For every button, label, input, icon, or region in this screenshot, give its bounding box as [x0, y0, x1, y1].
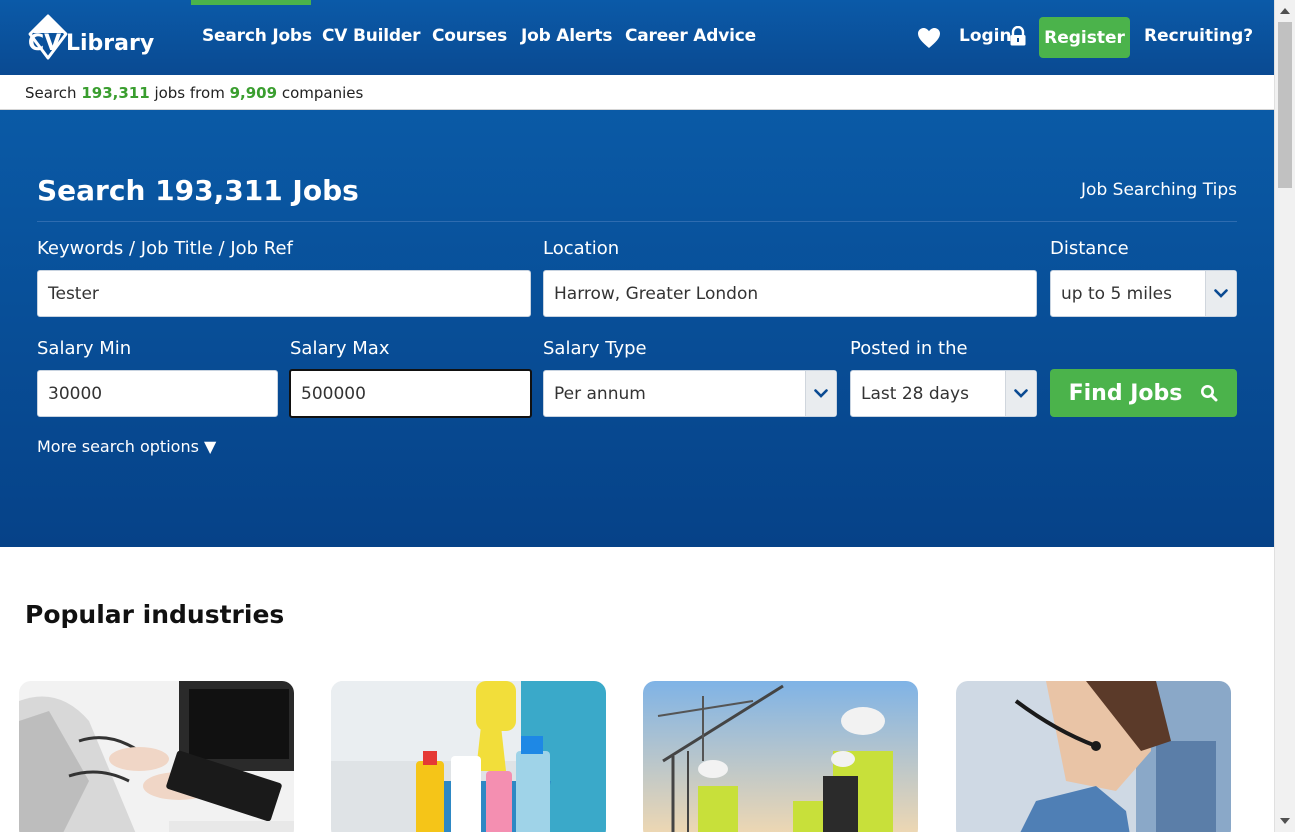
- distance-select[interactable]: up to 5 miles: [1050, 270, 1237, 317]
- svg-text:Library: Library: [66, 31, 154, 56]
- keywords-input[interactable]: Tester: [37, 270, 531, 317]
- jobs-word: jobs: [154, 84, 186, 102]
- find-jobs-label: Find Jobs: [1068, 380, 1183, 406]
- nav-job-alerts[interactable]: Job Alerts: [521, 26, 612, 46]
- scroll-down-arrow-icon[interactable]: [1280, 818, 1290, 824]
- nav-courses[interactable]: Courses: [432, 26, 507, 46]
- from-word: from: [189, 84, 225, 102]
- industry-image-typing: [19, 681, 294, 832]
- salary-max-input[interactable]: 500000: [289, 369, 532, 418]
- salary-min-label: Salary Min: [37, 338, 132, 359]
- search-title: Search 193,311 Jobs: [37, 174, 359, 207]
- industry-image-construction: [643, 681, 918, 832]
- location-label: Location: [543, 238, 620, 259]
- cv-library-logo[interactable]: CV Library: [22, 12, 167, 64]
- nav-cv-builder[interactable]: CV Builder: [322, 26, 421, 46]
- industry-image-cleaning: [331, 681, 606, 832]
- distance-value: up to 5 miles: [1061, 283, 1172, 304]
- posted-value: Last 28 days: [861, 383, 969, 404]
- recruiting-link[interactable]: Recruiting?: [1144, 26, 1253, 46]
- more-search-options-link[interactable]: More search options ▼: [37, 437, 216, 456]
- login-link[interactable]: Login: [959, 26, 1012, 46]
- subbar-prefix: Search: [25, 84, 77, 102]
- posted-label: Posted in the: [850, 338, 968, 359]
- companies-count: 9,909: [229, 84, 278, 102]
- chevron-down-icon: [1205, 271, 1236, 316]
- svg-text:CV: CV: [28, 31, 61, 56]
- industry-card-cleaning[interactable]: [331, 681, 606, 832]
- nav-career-advice[interactable]: Career Advice: [625, 26, 756, 46]
- page-scrollbar[interactable]: [1274, 0, 1295, 832]
- search-panel: Search 193,311 Jobs Job Searching Tips K…: [0, 110, 1274, 547]
- salary-min-input[interactable]: 30000: [37, 370, 278, 417]
- site-header: CV Library Search Jobs CV Builder Course…: [0, 0, 1274, 75]
- jobs-count: 193,311: [81, 84, 150, 102]
- search-icon: [1201, 385, 1218, 402]
- job-count-text: Search 193,311 jobs from 9,909 companies: [25, 84, 363, 102]
- heart-icon[interactable]: [917, 27, 941, 49]
- salary-type-select[interactable]: Per annum: [543, 370, 837, 417]
- scroll-thumb[interactable]: [1278, 22, 1292, 188]
- job-count-bar: Search 193,311 jobs from 9,909 companies: [0, 75, 1274, 110]
- posted-select[interactable]: Last 28 days: [850, 370, 1037, 417]
- location-input[interactable]: Harrow, Greater London: [543, 270, 1037, 317]
- salary-max-label: Salary Max: [290, 338, 390, 359]
- lock-icon: [1010, 26, 1026, 46]
- nav-active-indicator: [191, 0, 311, 5]
- industry-card-construction[interactable]: [643, 681, 918, 832]
- scroll-up-arrow-icon[interactable]: [1280, 8, 1290, 14]
- find-jobs-button[interactable]: Find Jobs: [1050, 369, 1237, 417]
- industry-card-it[interactable]: [19, 681, 294, 832]
- industry-card-customer-service[interactable]: [956, 681, 1231, 832]
- distance-label: Distance: [1050, 238, 1129, 259]
- industry-image-call-center: [956, 681, 1231, 832]
- divider: [37, 221, 1237, 222]
- popular-industries-title: Popular industries: [25, 600, 285, 629]
- register-button[interactable]: Register: [1039, 17, 1130, 58]
- chevron-down-icon: [805, 371, 836, 416]
- companies-word: companies: [281, 84, 364, 102]
- salary-type-value: Per annum: [554, 383, 646, 404]
- keywords-label: Keywords / Job Title / Job Ref: [37, 238, 293, 259]
- chevron-down-icon: [1005, 371, 1036, 416]
- salary-type-label: Salary Type: [543, 338, 647, 359]
- nav-search-jobs[interactable]: Search Jobs: [202, 26, 312, 46]
- job-searching-tips-link[interactable]: Job Searching Tips: [1081, 180, 1237, 200]
